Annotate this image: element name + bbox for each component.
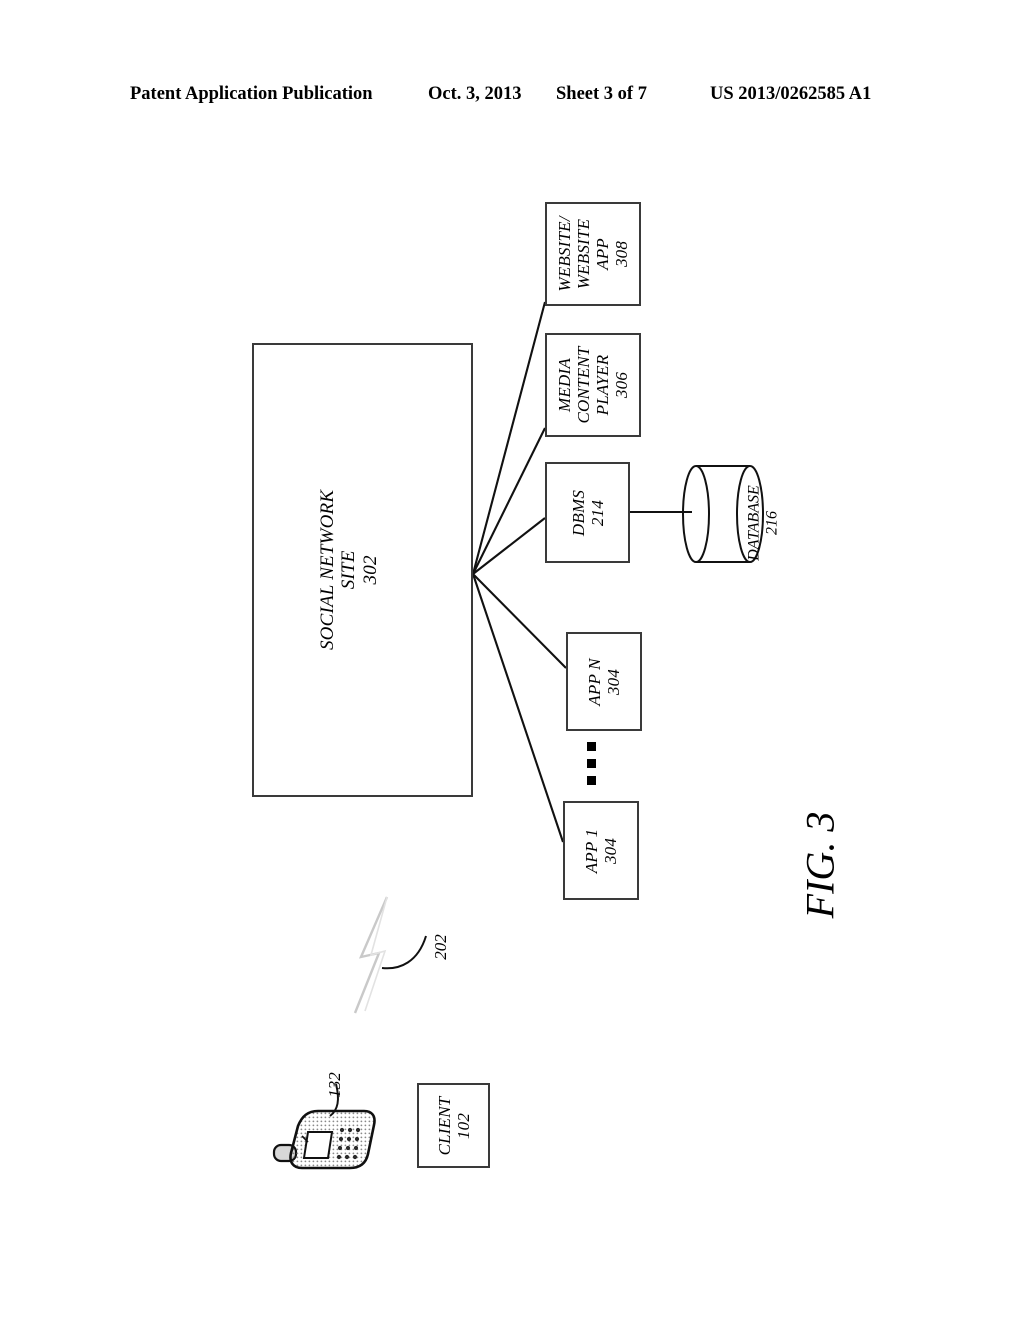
node-dbms-label: DBMS 214 [568, 489, 606, 535]
patent-figure-page: Patent Application Publication Oct. 3, 2… [0, 0, 1024, 1320]
connector-site-to-dbms [472, 517, 546, 575]
node-website-app-label: WEBSITE/ WEBSITE APP 308 [555, 216, 631, 291]
website-app-ref: 308 [612, 240, 632, 268]
social-network-site-ref: 302 [359, 555, 381, 585]
node-social-network-site-label: SOCIAL NETWORK SITE 302 [317, 490, 381, 650]
figure-caption-text: FIG. 3 [797, 811, 843, 919]
phone-ref-text: 132 [325, 1072, 344, 1098]
ellipsis-dot [587, 759, 596, 768]
media-content-player-line3: PLAYER [593, 354, 612, 416]
connector-layer [471, 301, 692, 843]
figure-caption: FIG. 3 [760, 775, 880, 955]
social-network-site-line2: SITE [338, 550, 360, 590]
node-media-content-player-label: MEDIA CONTENT PLAYER 306 [555, 347, 631, 424]
header-publication-label: Patent Application Publication [130, 84, 373, 104]
website-app-line3: APP [593, 238, 612, 270]
header-publication-number: US 2013/0262585 A1 [710, 84, 872, 104]
app-1-ref: 304 [601, 837, 620, 864]
node-media-content-player[interactable]: MEDIA CONTENT PLAYER 306 [545, 333, 641, 437]
website-app-line1: WEBSITE/ [554, 216, 574, 292]
database-caption: DATABASE 216 [744, 468, 784, 578]
media-content-player-line2: CONTENT [573, 346, 593, 424]
node-client[interactable]: CLIENT 102 [417, 1083, 490, 1168]
connector-site-to-app-n [472, 573, 567, 669]
patent-header: Patent Application Publication Oct. 3, 2… [0, 84, 1024, 114]
header-date-label: Oct. 3, 2013 [428, 84, 522, 104]
app-n-line1: APP N [584, 657, 604, 706]
media-content-player-ref: 306 [612, 371, 632, 399]
node-website-app[interactable]: WEBSITE/ WEBSITE APP 308 [545, 202, 641, 306]
client-ref: 102 [453, 1112, 473, 1139]
client-line1: CLIENT [434, 1096, 454, 1155]
website-app-line2: WEBSITE [573, 218, 593, 290]
node-app-1[interactable]: APP 1 304 [563, 801, 639, 900]
node-client-label: CLIENT 102 [434, 1096, 472, 1155]
phone-reference-number: 132 [312, 1068, 358, 1102]
app-n-ref: 304 [604, 668, 623, 695]
network-ref-text: 202 [431, 934, 450, 960]
media-content-player-line1: MEDIA [554, 358, 574, 412]
social-network-site-line1: SOCIAL NETWORK [317, 489, 339, 651]
database-line1: DATABASE [745, 485, 763, 561]
connector-site-to-website-app [471, 301, 547, 575]
node-app-n[interactable]: APP N 304 [566, 632, 642, 731]
database-ref: 216 [764, 511, 781, 536]
node-app-n-label: APP N 304 [585, 658, 623, 705]
node-dbms[interactable]: DBMS 214 [545, 462, 630, 563]
dbms-ref: 214 [587, 499, 607, 526]
node-social-network-site[interactable]: SOCIAL NETWORK SITE 302 [252, 343, 473, 797]
connector-site-to-app-1 [472, 573, 564, 843]
network-reference-number: 202 [418, 930, 464, 964]
app-list-ellipsis [587, 742, 599, 788]
node-app-1-label: APP 1 304 [582, 828, 620, 873]
node-social-network-site-label-wrap: SOCIAL NETWORK SITE 302 [289, 345, 409, 795]
database-caption-text: DATABASE 216 [746, 485, 783, 561]
connector-site-to-media-player [472, 427, 546, 575]
ellipsis-dot [587, 742, 596, 751]
header-sheet-label: Sheet 3 of 7 [556, 84, 647, 104]
ellipsis-dot [587, 776, 596, 785]
dbms-line1: DBMS [568, 489, 588, 536]
app-1-line1: APP 1 [581, 828, 601, 873]
